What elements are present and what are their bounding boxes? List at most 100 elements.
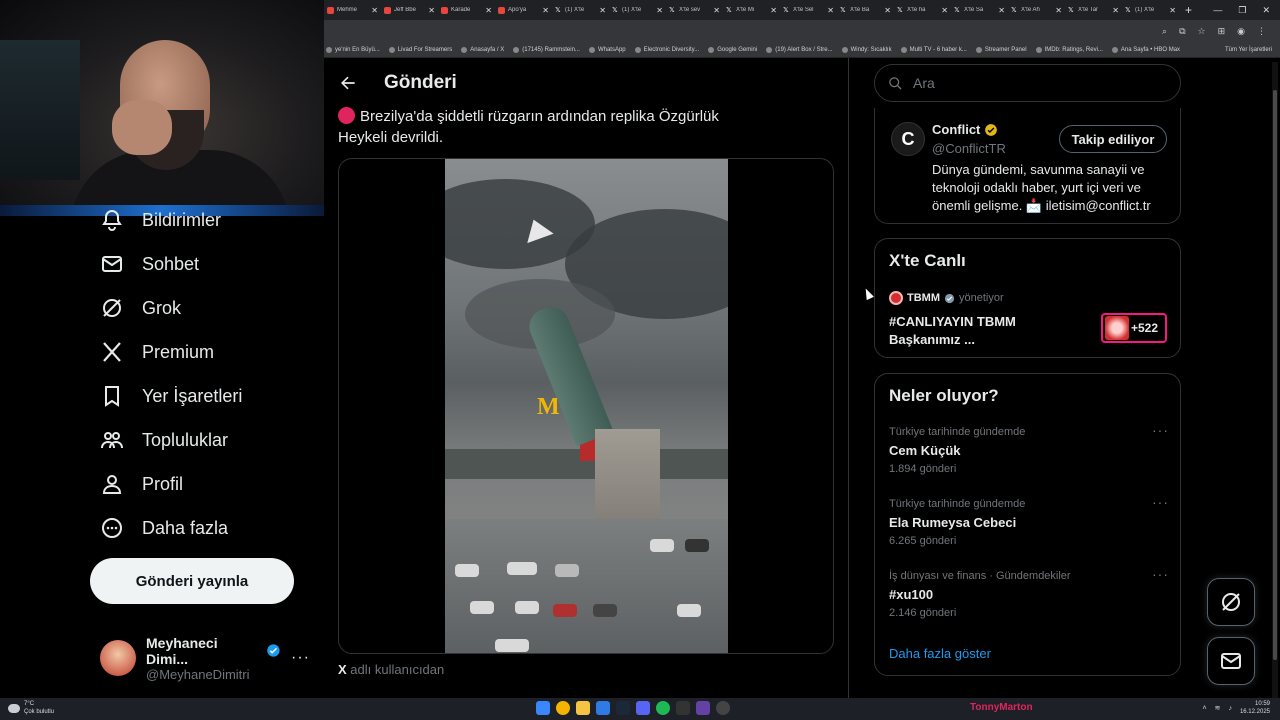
show-more-link[interactable]: Daha fazla göster bbox=[889, 646, 991, 661]
trend-more-icon[interactable]: ··· bbox=[1152, 494, 1169, 510]
spotify-icon[interactable] bbox=[656, 701, 670, 715]
messages-fab-button[interactable] bbox=[1207, 637, 1255, 685]
cast-icon[interactable]: ⧉ bbox=[1179, 26, 1185, 37]
browser-tab[interactable]: 𝕏 (1) X'te ✕ bbox=[609, 0, 666, 20]
browser-tab[interactable]: 𝕏 X'te Tar ✕ bbox=[1065, 0, 1122, 20]
all-bookmarks[interactable]: Tüm Yer İşaretleri bbox=[1225, 47, 1280, 53]
bookmark-item[interactable]: (19) Alert Box / Stre... bbox=[766, 46, 833, 53]
tweet-media[interactable]: M bbox=[338, 158, 834, 654]
tab-close-icon[interactable]: ✕ bbox=[371, 6, 378, 15]
media-source-attribution[interactable]: X adlı kullanıcıdan bbox=[338, 662, 444, 677]
nav-item[interactable]: Yer İşaretleri bbox=[100, 384, 242, 408]
tray-chevron-icon[interactable]: ˄ bbox=[1203, 705, 1207, 712]
trend-more-icon[interactable]: ··· bbox=[1152, 422, 1169, 438]
menu-icon[interactable]: ⋮ bbox=[1257, 26, 1266, 37]
nav-item[interactable]: Premium bbox=[100, 340, 214, 364]
tab-close-icon[interactable]: ✕ bbox=[998, 6, 1005, 15]
bookmark-item[interactable]: Multi TV - 6 haber k... bbox=[900, 46, 967, 53]
star-icon[interactable]: ☆ bbox=[1198, 26, 1206, 37]
nav-item[interactable]: Daha fazla bbox=[100, 516, 228, 540]
windows-start-icon[interactable] bbox=[536, 701, 550, 715]
browser-tab[interactable]: 𝕏 X'te Mi ✕ bbox=[723, 0, 780, 20]
scrollbar-thumb[interactable] bbox=[1273, 90, 1277, 660]
account-more-icon[interactable]: ··· bbox=[291, 649, 310, 667]
browser-tab[interactable]: 𝕏 X'te Ah ✕ bbox=[1008, 0, 1065, 20]
bookmark-item[interactable]: Google Gemini bbox=[708, 46, 757, 53]
bookmark-item[interactable]: Livad For Streamers bbox=[388, 46, 452, 53]
bookmark-item[interactable]: IMDb: Ratings, Revi... bbox=[1035, 46, 1103, 53]
nav-item[interactable]: Topluluklar bbox=[100, 428, 228, 452]
tab-close-icon[interactable]: ✕ bbox=[485, 6, 492, 15]
bookmark-item[interactable]: ye'nin En Büyü... bbox=[326, 46, 380, 53]
discord-icon[interactable] bbox=[636, 701, 650, 715]
close-window-icon[interactable]: ✕ bbox=[1262, 5, 1270, 16]
search-input[interactable]: Ara bbox=[874, 64, 1181, 102]
browser-tab[interactable]: Apo'ya ✕ bbox=[495, 0, 552, 20]
volume-icon[interactable]: ♪ bbox=[1228, 705, 1232, 712]
browser-tab[interactable]: 𝕏 X'te Ba ✕ bbox=[837, 0, 894, 20]
tab-close-icon[interactable]: ✕ bbox=[884, 6, 891, 15]
grok-fab-button[interactable] bbox=[1207, 578, 1255, 626]
tab-close-icon[interactable]: ✕ bbox=[1169, 6, 1176, 15]
tab-close-icon[interactable]: ✕ bbox=[542, 6, 549, 15]
browser-tab[interactable]: Mehme ✕ bbox=[324, 0, 381, 20]
browser-tab[interactable]: Karade ✕ bbox=[438, 0, 495, 20]
obs-icon[interactable] bbox=[716, 701, 730, 715]
conflict-avatar[interactable]: C bbox=[891, 122, 925, 156]
live-host-row[interactable]: TBMM yönetiyor bbox=[889, 291, 1004, 305]
page-scrollbar[interactable] bbox=[1272, 62, 1278, 698]
tab-close-icon[interactable]: ✕ bbox=[1112, 6, 1119, 15]
tab-close-icon[interactable]: ✕ bbox=[1055, 6, 1062, 15]
account-switcher[interactable]: Meyhaneci Dimi... @MeyhaneDimitri ··· bbox=[100, 635, 310, 682]
trend-more-icon[interactable]: ··· bbox=[1152, 566, 1169, 582]
browser-tab[interactable]: 𝕏 X'te Sa ✕ bbox=[951, 0, 1008, 20]
profile-name-row[interactable]: Conflict bbox=[932, 122, 998, 137]
bookmark-item[interactable]: Windy: Sıcaklık bbox=[841, 46, 892, 53]
bookmark-item[interactable]: Ana Sayfa • HBO Max bbox=[1111, 46, 1180, 53]
browser-tab[interactable]: 𝕏 (1) X'te ✕ bbox=[552, 0, 609, 20]
nav-item[interactable]: Sohbet bbox=[100, 252, 199, 276]
clock[interactable]: 10:59 16.12.2025 bbox=[1240, 700, 1270, 716]
tab-close-icon[interactable]: ✕ bbox=[827, 6, 834, 15]
post-button[interactable]: Gönderi yayınla bbox=[90, 558, 294, 604]
maximize-icon[interactable]: ❐ bbox=[1238, 5, 1246, 16]
extensions-icon[interactable]: ⊞ bbox=[1218, 26, 1226, 37]
back-arrow-icon[interactable] bbox=[338, 73, 358, 93]
bookmark-item[interactable]: Electronic Diversity... bbox=[634, 46, 699, 53]
bookmark-item[interactable]: Streamer Panel bbox=[975, 46, 1027, 53]
tab-close-icon[interactable]: ✕ bbox=[428, 6, 435, 15]
weather-widget[interactable]: 7°C Çok bulutlu bbox=[8, 700, 54, 716]
new-tab-button[interactable]: + bbox=[1179, 3, 1198, 17]
browser-tab[interactable]: 𝕏 X'te ha ✕ bbox=[894, 0, 951, 20]
following-button[interactable]: Takip ediliyor bbox=[1059, 125, 1167, 153]
browser-tab[interactable]: 𝕏 X'te sev ✕ bbox=[666, 0, 723, 20]
minimize-icon[interactable]: — bbox=[1213, 5, 1222, 16]
browser-tab[interactable]: Jeff Bbe ✕ bbox=[381, 0, 438, 20]
app-icon[interactable] bbox=[596, 701, 610, 715]
bookmark-item[interactable]: WhatsApp bbox=[588, 46, 626, 53]
live-listeners-badge[interactable]: +522 bbox=[1101, 313, 1167, 343]
app-icon[interactable] bbox=[696, 701, 710, 715]
browser-tab[interactable]: 𝕏 (1) X'te ✕ bbox=[1122, 0, 1179, 20]
chrome-icon[interactable] bbox=[556, 701, 570, 715]
tab-close-icon[interactable]: ✕ bbox=[941, 6, 948, 15]
steam-icon[interactable] bbox=[616, 701, 630, 715]
tab-close-icon[interactable]: ✕ bbox=[599, 6, 606, 15]
tab-close-icon[interactable]: ✕ bbox=[770, 6, 777, 15]
trend-item[interactable]: Türkiye tarihinde gündemde Ela Rumeysa Ce… bbox=[889, 494, 1169, 547]
bookmark-item[interactable]: Anasayfa / X bbox=[461, 46, 504, 53]
zoom-icon[interactable]: ⌕ bbox=[1162, 26, 1167, 37]
tab-close-icon[interactable]: ✕ bbox=[656, 6, 663, 15]
video-player[interactable]: M bbox=[445, 159, 728, 653]
file-explorer-icon[interactable] bbox=[576, 701, 590, 715]
live-stream-title[interactable]: #CANLIYAYIN TBMM Başkanımız ... bbox=[889, 313, 1089, 349]
trend-item[interactable]: Türkiye tarihinde gündemde Cem Küçük 1.894… bbox=[889, 422, 1169, 475]
nav-item[interactable]: Bildirimler bbox=[100, 208, 221, 232]
nav-item[interactable]: Profil bbox=[100, 472, 183, 496]
bookmark-item[interactable]: (17145) Rammstein... bbox=[513, 46, 580, 53]
profile-icon[interactable]: ◉ bbox=[1237, 26, 1245, 37]
wifi-icon[interactable]: ≋ bbox=[1215, 704, 1221, 712]
tab-close-icon[interactable]: ✕ bbox=[713, 6, 720, 15]
trend-item[interactable]: İş dünyası ve finans · Gündemdekiler #xu1… bbox=[889, 566, 1169, 619]
app-icon[interactable] bbox=[676, 701, 690, 715]
